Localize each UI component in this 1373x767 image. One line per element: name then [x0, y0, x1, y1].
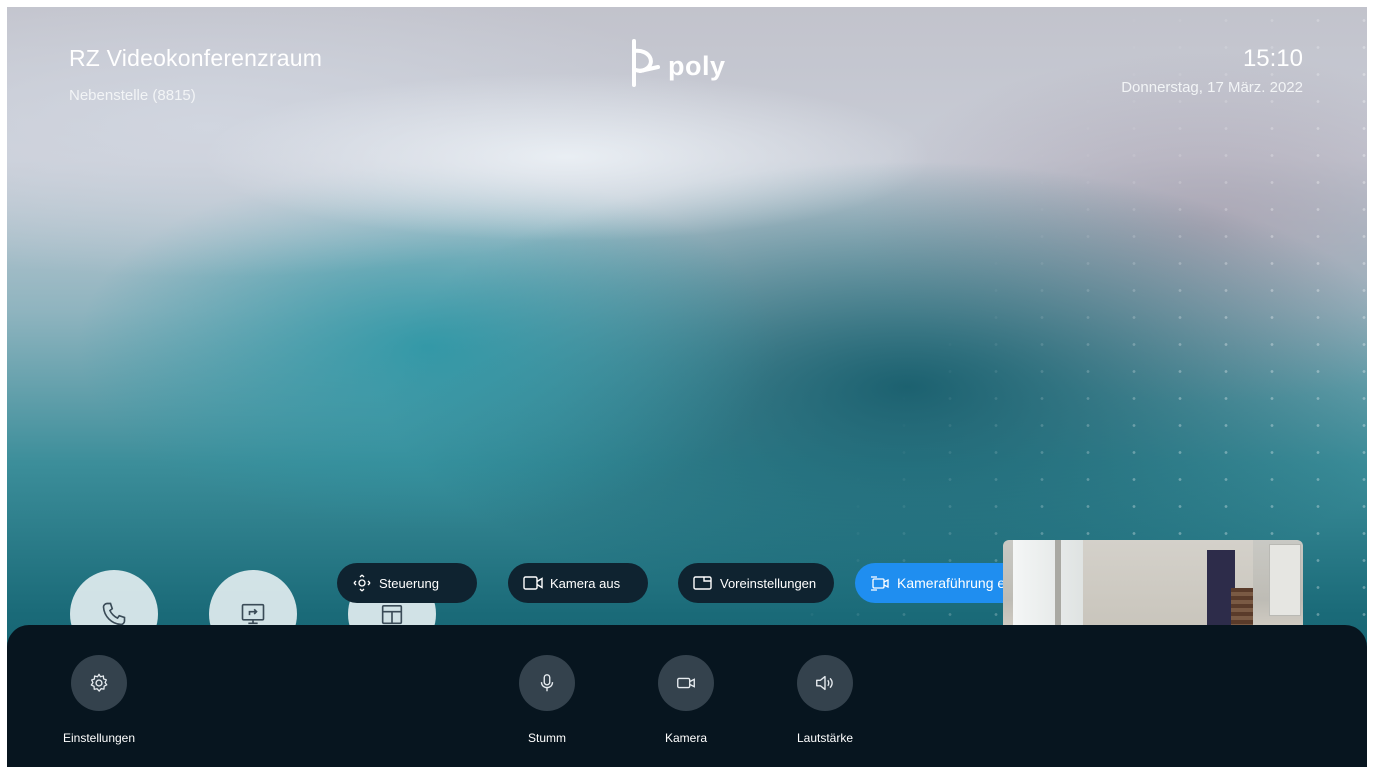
camera-control-label: Steuerung: [379, 575, 439, 591]
poly-logo-icon: [632, 39, 660, 87]
settings-icon-circle[interactable]: [71, 655, 127, 711]
poly-logo: poly: [624, 37, 726, 89]
camera-off-button[interactable]: Kamera aus: [508, 563, 648, 603]
settings-label: Einstellungen: [62, 731, 136, 745]
mute-icon-circle[interactable]: [519, 655, 575, 711]
mute-label: Stumm: [527, 731, 566, 745]
preset-frame-icon: [693, 576, 712, 590]
gear-icon: [90, 673, 108, 692]
clock-date: Donnerstag, 17 März. 2022: [1121, 79, 1303, 96]
bottom-control-bar: Einstellungen Stumm Kamera Lautstärke: [7, 625, 1367, 767]
presets-label: Voreinstellungen: [720, 575, 817, 591]
screen: RZ Videokonferenzraum Nebenstelle (8815)…: [7, 7, 1367, 767]
camera-label: Kamera: [664, 731, 708, 745]
phone-icon: [102, 602, 126, 626]
settings-button[interactable]: Einstellungen: [49, 655, 149, 745]
camera-control-button[interactable]: Steuerung: [337, 563, 477, 603]
camera-button[interactable]: Kamera: [636, 655, 736, 745]
volume-button[interactable]: Lautstärke: [775, 655, 875, 745]
camera-tracking-label: Kameraführung ein: [897, 575, 1017, 591]
room-name: RZ Videokonferenzraum: [69, 45, 323, 71]
preview-panel: [1269, 544, 1301, 616]
camera-off-label: Kamera aus: [550, 575, 621, 591]
camera-icon-circle[interactable]: [658, 655, 714, 711]
volume-label: Lautstärke: [796, 731, 854, 745]
logo-text: poly: [668, 50, 726, 81]
volume-icon-circle[interactable]: [797, 655, 853, 711]
video-camera-icon: [523, 576, 543, 590]
calendar-icon: [381, 605, 403, 625]
camera-tracking-icon: [871, 576, 889, 591]
extension-number: Nebenstelle (8815): [69, 87, 196, 104]
video-camera-icon: [677, 677, 695, 689]
share-screen-icon: [241, 603, 265, 625]
pan-tilt-icon: [353, 574, 371, 592]
presets-button[interactable]: Voreinstellungen: [678, 563, 834, 603]
clock-time: 15:10: [1242, 45, 1303, 72]
mute-button[interactable]: Stumm: [497, 655, 597, 745]
microphone-icon: [540, 674, 554, 692]
speaker-icon: [816, 675, 833, 691]
